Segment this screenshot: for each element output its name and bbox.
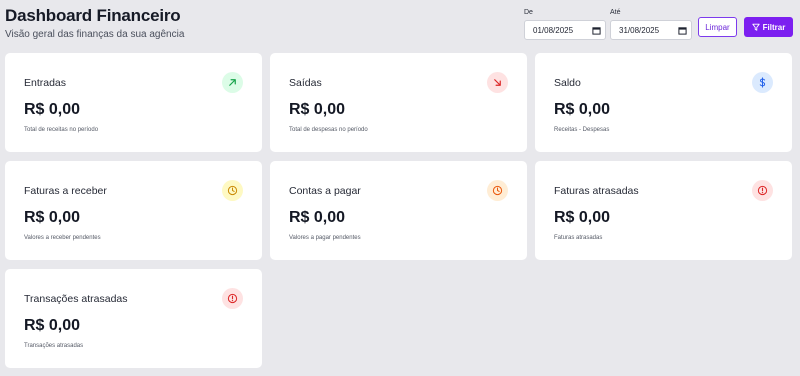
filter-icon — [752, 23, 760, 31]
card-note: Transações atrasadas — [24, 343, 84, 349]
alert-circle-icon — [222, 288, 243, 309]
card-value: R$ 0,00 — [554, 101, 611, 118]
card-label: Transações atrasadas — [24, 293, 128, 305]
from-date-input[interactable]: 01/08/2025 — [524, 20, 606, 40]
date-filters: De 01/08/2025 Até 31/08/2025 Limpar Filt… — [524, 8, 800, 42]
calendar-icon[interactable] — [592, 26, 601, 35]
to-date-value: 31/08/2025 — [619, 25, 660, 35]
from-date-label: De — [524, 9, 533, 16]
filter-button-label: Filtrar — [762, 22, 786, 32]
card-label: Saldo — [554, 77, 581, 89]
to-date-label: Até — [610, 9, 621, 16]
card-saidas: Saídas R$ 0,00 Total de despesas no perí… — [270, 53, 527, 152]
calendar-icon[interactable] — [678, 26, 687, 35]
page-title: Dashboard Financeiro — [5, 6, 181, 25]
card-value: R$ 0,00 — [24, 209, 81, 226]
arrow-down-right-icon — [487, 72, 508, 93]
clock-icon — [222, 180, 243, 201]
card-note: Valores a pagar pendentes — [289, 235, 361, 241]
card-note: Valores a receber pendentes — [24, 235, 101, 241]
card-label: Entradas — [24, 77, 67, 89]
card-entradas: Entradas R$ 0,00 Total de receitas no pe… — [5, 53, 262, 152]
clock-icon — [487, 180, 508, 201]
card-contas-a-pagar: Contas a pagar R$ 0,00 Valores a pagar p… — [270, 161, 527, 260]
dollar-icon — [752, 72, 773, 93]
card-faturas-a-receber: Faturas a receber R$ 0,00 Valores a rece… — [5, 161, 262, 260]
alert-circle-icon — [752, 180, 773, 201]
card-label: Saídas — [289, 77, 322, 89]
card-value: R$ 0,00 — [24, 317, 81, 334]
card-note: Faturas atrasadas — [554, 235, 603, 241]
card-saldo: Saldo R$ 0,00 Receitas - Despesas — [535, 53, 792, 152]
card-label: Faturas atrasadas — [554, 185, 639, 197]
card-label: Faturas a receber — [24, 185, 107, 197]
card-value: R$ 0,00 — [289, 101, 346, 118]
filter-button[interactable]: Filtrar — [744, 17, 793, 37]
card-value: R$ 0,00 — [24, 101, 81, 118]
card-value: R$ 0,00 — [554, 209, 611, 226]
page-subtitle: Visão geral das finanças da sua agência — [5, 29, 185, 40]
card-note: Total de despesas no período — [289, 127, 368, 133]
card-value: R$ 0,00 — [289, 209, 346, 226]
card-label: Contas a pagar — [289, 185, 361, 197]
clear-button[interactable]: Limpar — [698, 17, 737, 37]
from-date-value: 01/08/2025 — [533, 25, 574, 35]
card-note: Receitas - Despesas — [554, 127, 610, 133]
to-date-input[interactable]: 31/08/2025 — [610, 20, 692, 40]
card-transacoes-atrasadas: Transações atrasadas R$ 0,00 Transações … — [5, 269, 262, 368]
card-faturas-atrasadas: Faturas atrasadas R$ 0,00 Faturas atrasa… — [535, 161, 792, 260]
card-note: Total de receitas no período — [24, 127, 99, 133]
arrow-up-right-icon — [222, 72, 243, 93]
page-header: Dashboard Financeiro Visão geral das fin… — [0, 0, 800, 48]
